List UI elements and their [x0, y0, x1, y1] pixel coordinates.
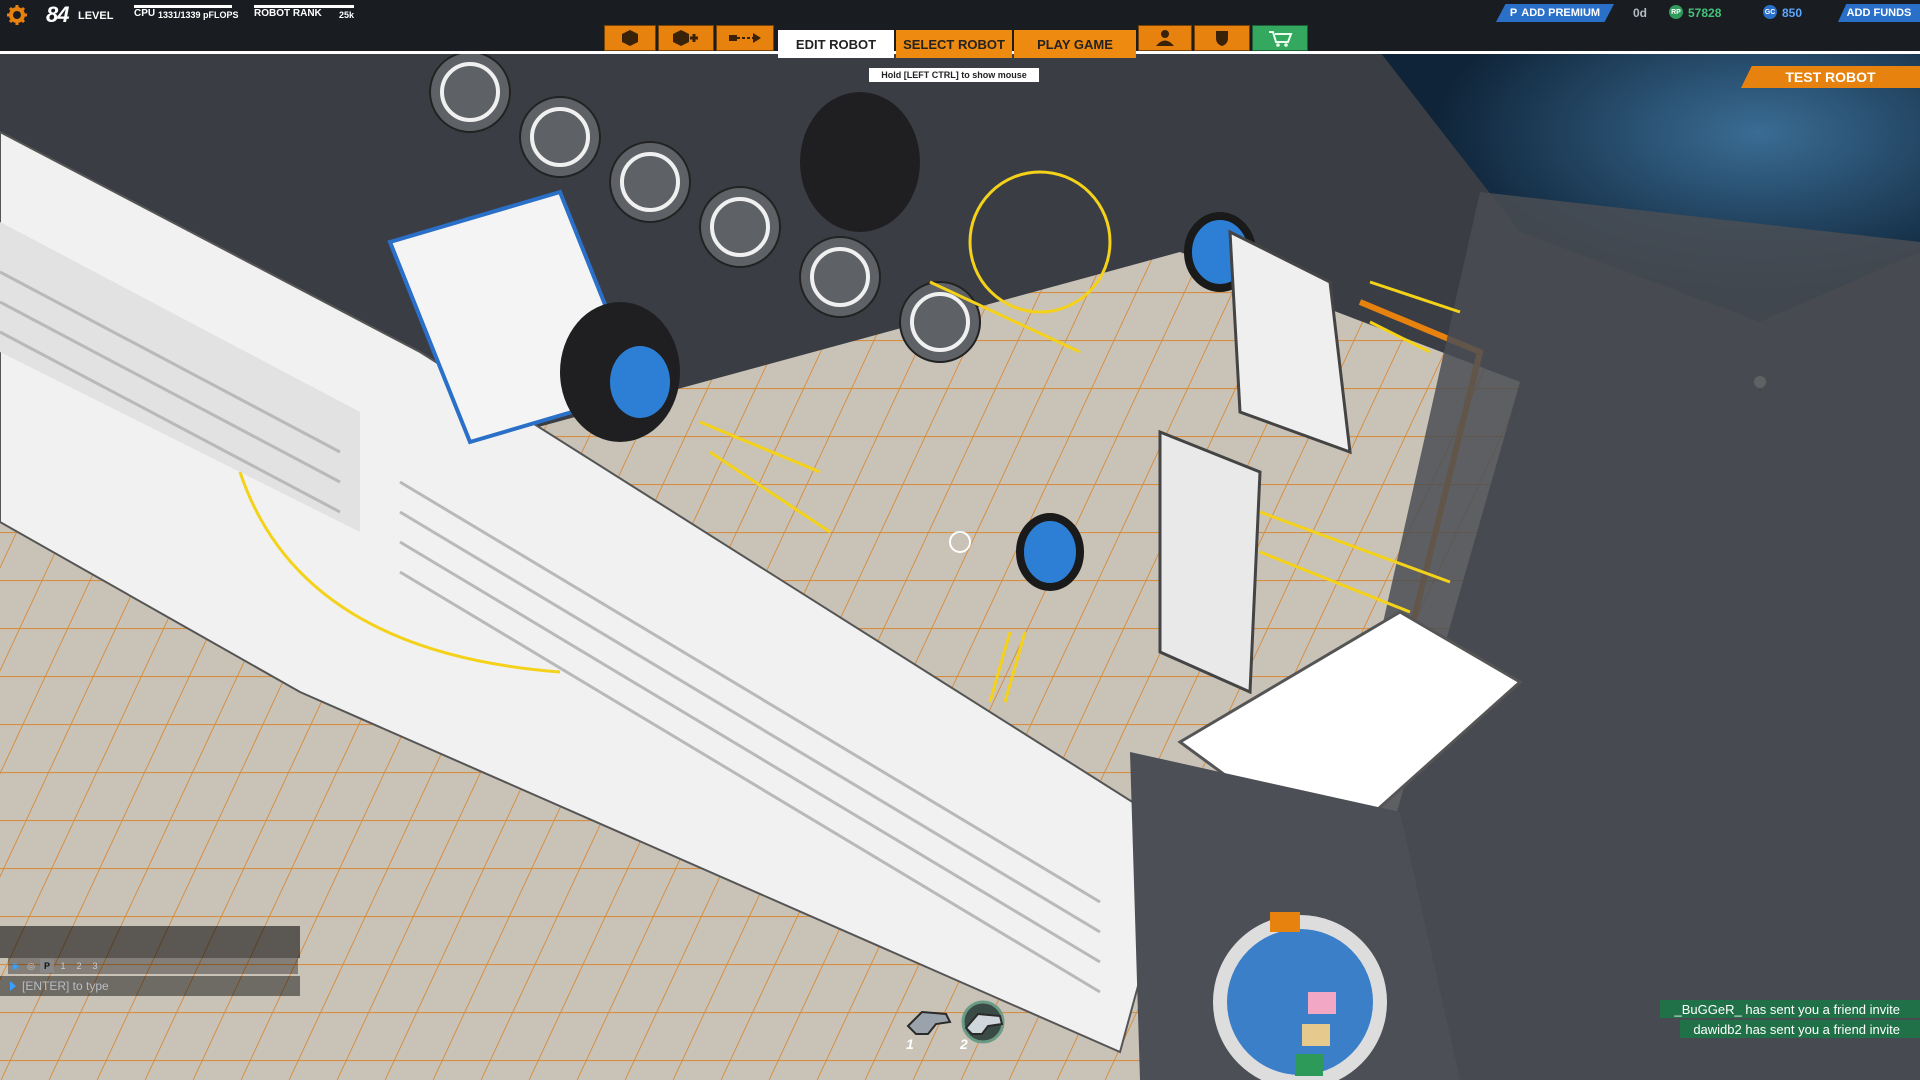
tab-profile[interactable] [1138, 25, 1192, 51]
cpu-label: CPU [134, 8, 156, 19]
chat-arrow-icon [10, 981, 16, 991]
settings-gear-icon[interactable] [6, 4, 28, 26]
tab-connectors[interactable] [716, 25, 774, 51]
chat-channel-tabs: ◉ ◎ P 1 2 3 [8, 958, 298, 974]
chat-input-placeholder: [ENTER] to type [22, 979, 109, 993]
shop-icon [1269, 31, 1293, 47]
cpu-value: 1331/1339 pFLOPS [158, 10, 239, 20]
galaxy-coins-balance: 850 [1782, 6, 1803, 20]
player-level-number: 84 [46, 2, 70, 27]
weapon-slot-number: 1 [906, 1036, 914, 1052]
chat-private-icon[interactable]: P [40, 959, 54, 973]
robits-balance: 57828 [1688, 6, 1722, 20]
tab-inventory[interactable] [604, 25, 656, 51]
cube-plus-icon [673, 30, 698, 46]
chat-history-panel [0, 926, 300, 958]
weapon-slot-2[interactable]: 2 [956, 1000, 1010, 1052]
weapon-slot-1[interactable]: 1 [902, 1000, 956, 1052]
show-mouse-hint: Hold [LEFT CTRL] to show mouse [869, 68, 1039, 82]
shield-icon [1216, 31, 1228, 46]
top-hud-bar: 84 LEVEL CPU 1331/1339 pFLOPS ROBOT RANK… [0, 0, 1920, 58]
friend-invite-notification[interactable]: dawidb2 has sent you a friend invite [1680, 1020, 1920, 1038]
player-icon [1156, 30, 1174, 46]
tab-edit-robot[interactable]: EDIT ROBOT [778, 30, 894, 58]
robits-icon: RP [1669, 5, 1683, 19]
weapon-slot-number: 2 [960, 1036, 968, 1052]
chat-input[interactable]: [ENTER] to type [0, 976, 300, 996]
galaxy-coins-icon: GC [1763, 5, 1777, 19]
gun-icon [906, 1010, 952, 1035]
premium-days-remaining: 0d [1633, 6, 1648, 20]
chat-tab-2[interactable]: 2 [72, 959, 86, 973]
test-robot-button[interactable]: TEST ROBOT [1741, 66, 1920, 88]
connector-icon [729, 33, 761, 43]
robot-rank-label: ROBOT RANK [254, 8, 322, 19]
add-funds-button[interactable]: ADD FUNDS [1838, 4, 1920, 22]
chat-globe-icon[interactable]: ◉ [8, 959, 22, 973]
add-premium-label: ADD PREMIUM [1521, 7, 1601, 19]
add-premium-button[interactable]: P ADD PREMIUM [1496, 4, 1614, 22]
cube-icon [622, 30, 638, 46]
player-level-label: LEVEL [78, 10, 114, 22]
tab-play-game[interactable]: PLAY GAME [1014, 30, 1136, 58]
chat-party-icon[interactable]: ◎ [24, 959, 38, 973]
robot-rank-value: 25k [339, 10, 355, 20]
tab-shop[interactable] [1252, 25, 1308, 51]
chat-tab-1[interactable]: 1 [56, 959, 70, 973]
tab-clan[interactable] [1194, 25, 1250, 51]
chat-tab-3[interactable]: 3 [88, 959, 102, 973]
tab-select-robot[interactable]: SELECT ROBOT [896, 30, 1012, 58]
premium-p-icon: P [1509, 7, 1518, 19]
tab-add-cube[interactable] [658, 25, 714, 51]
friend-invite-notification[interactable]: _BuGGeR_ has sent you a friend invite [1660, 1000, 1920, 1018]
